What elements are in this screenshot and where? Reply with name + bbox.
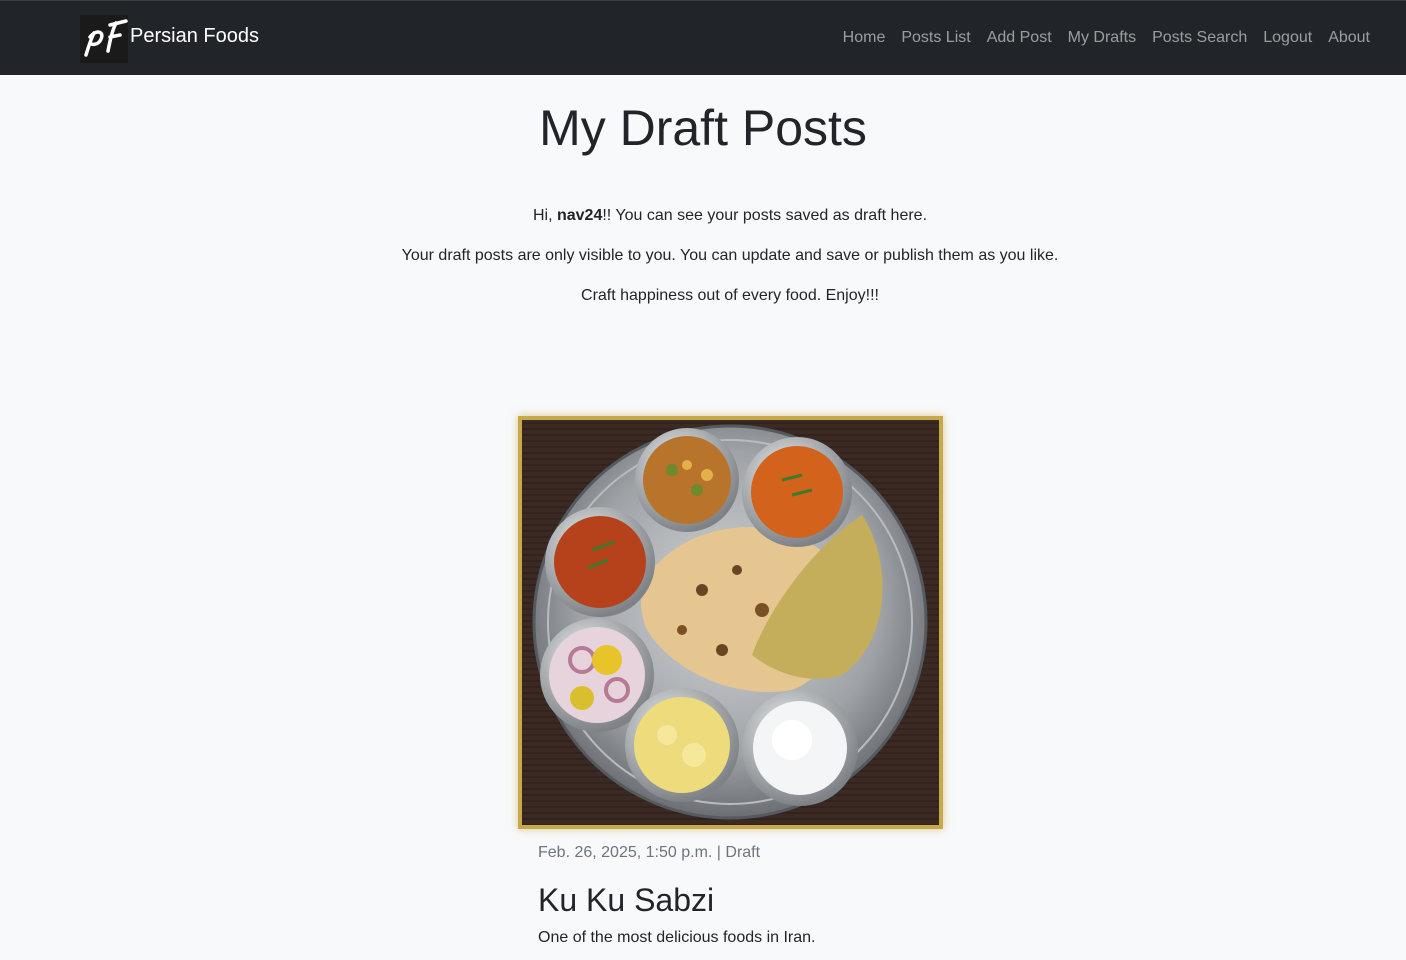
brand-text: Persian Foods [130,24,259,47]
post-excerpt: One of the most delicious foods in Iran. [538,929,816,946]
nav-link-posts-list[interactable]: Posts List [893,28,978,48]
nav-link-home[interactable]: Home [835,28,894,48]
greeting-text: Hi, nav24!! You can see your posts saved… [0,206,1406,226]
post-meta: Feb. 26, 2025, 1:50 p.m. | Draft [538,844,761,861]
motto-text: Craft happiness out of every food. Enjoy… [581,287,879,304]
visibility-note: Your draft posts are only visible to you… [401,247,1059,264]
nav-link-posts-search[interactable]: Posts Search [1144,28,1255,48]
food-platter-image [522,420,939,825]
post-title-link[interactable]: Ku Ku Sabzi [538,880,714,920]
navbar: Persian Foods Home Posts List Add Post M… [0,0,1406,75]
greeting-suffix: !! You can see your posts saved as draft… [602,207,928,224]
draft-post-card [518,416,943,829]
nav-links: Home Posts List Add Post My Drafts Posts… [835,28,1378,48]
nav-link-logout[interactable]: Logout [1255,28,1320,48]
page-title: My Draft Posts [539,100,867,156]
greeting-prefix: Hi, [532,207,557,224]
nav-link-about[interactable]: About [1320,28,1378,48]
nav-link-add-post[interactable]: Add Post [979,28,1060,48]
nav-link-my-drafts[interactable]: My Drafts [1060,28,1144,48]
brand-link[interactable]: Persian Foods [80,15,259,63]
post-image[interactable] [518,416,943,829]
username: nav24 [556,207,603,224]
pf-logo-icon [80,15,128,63]
